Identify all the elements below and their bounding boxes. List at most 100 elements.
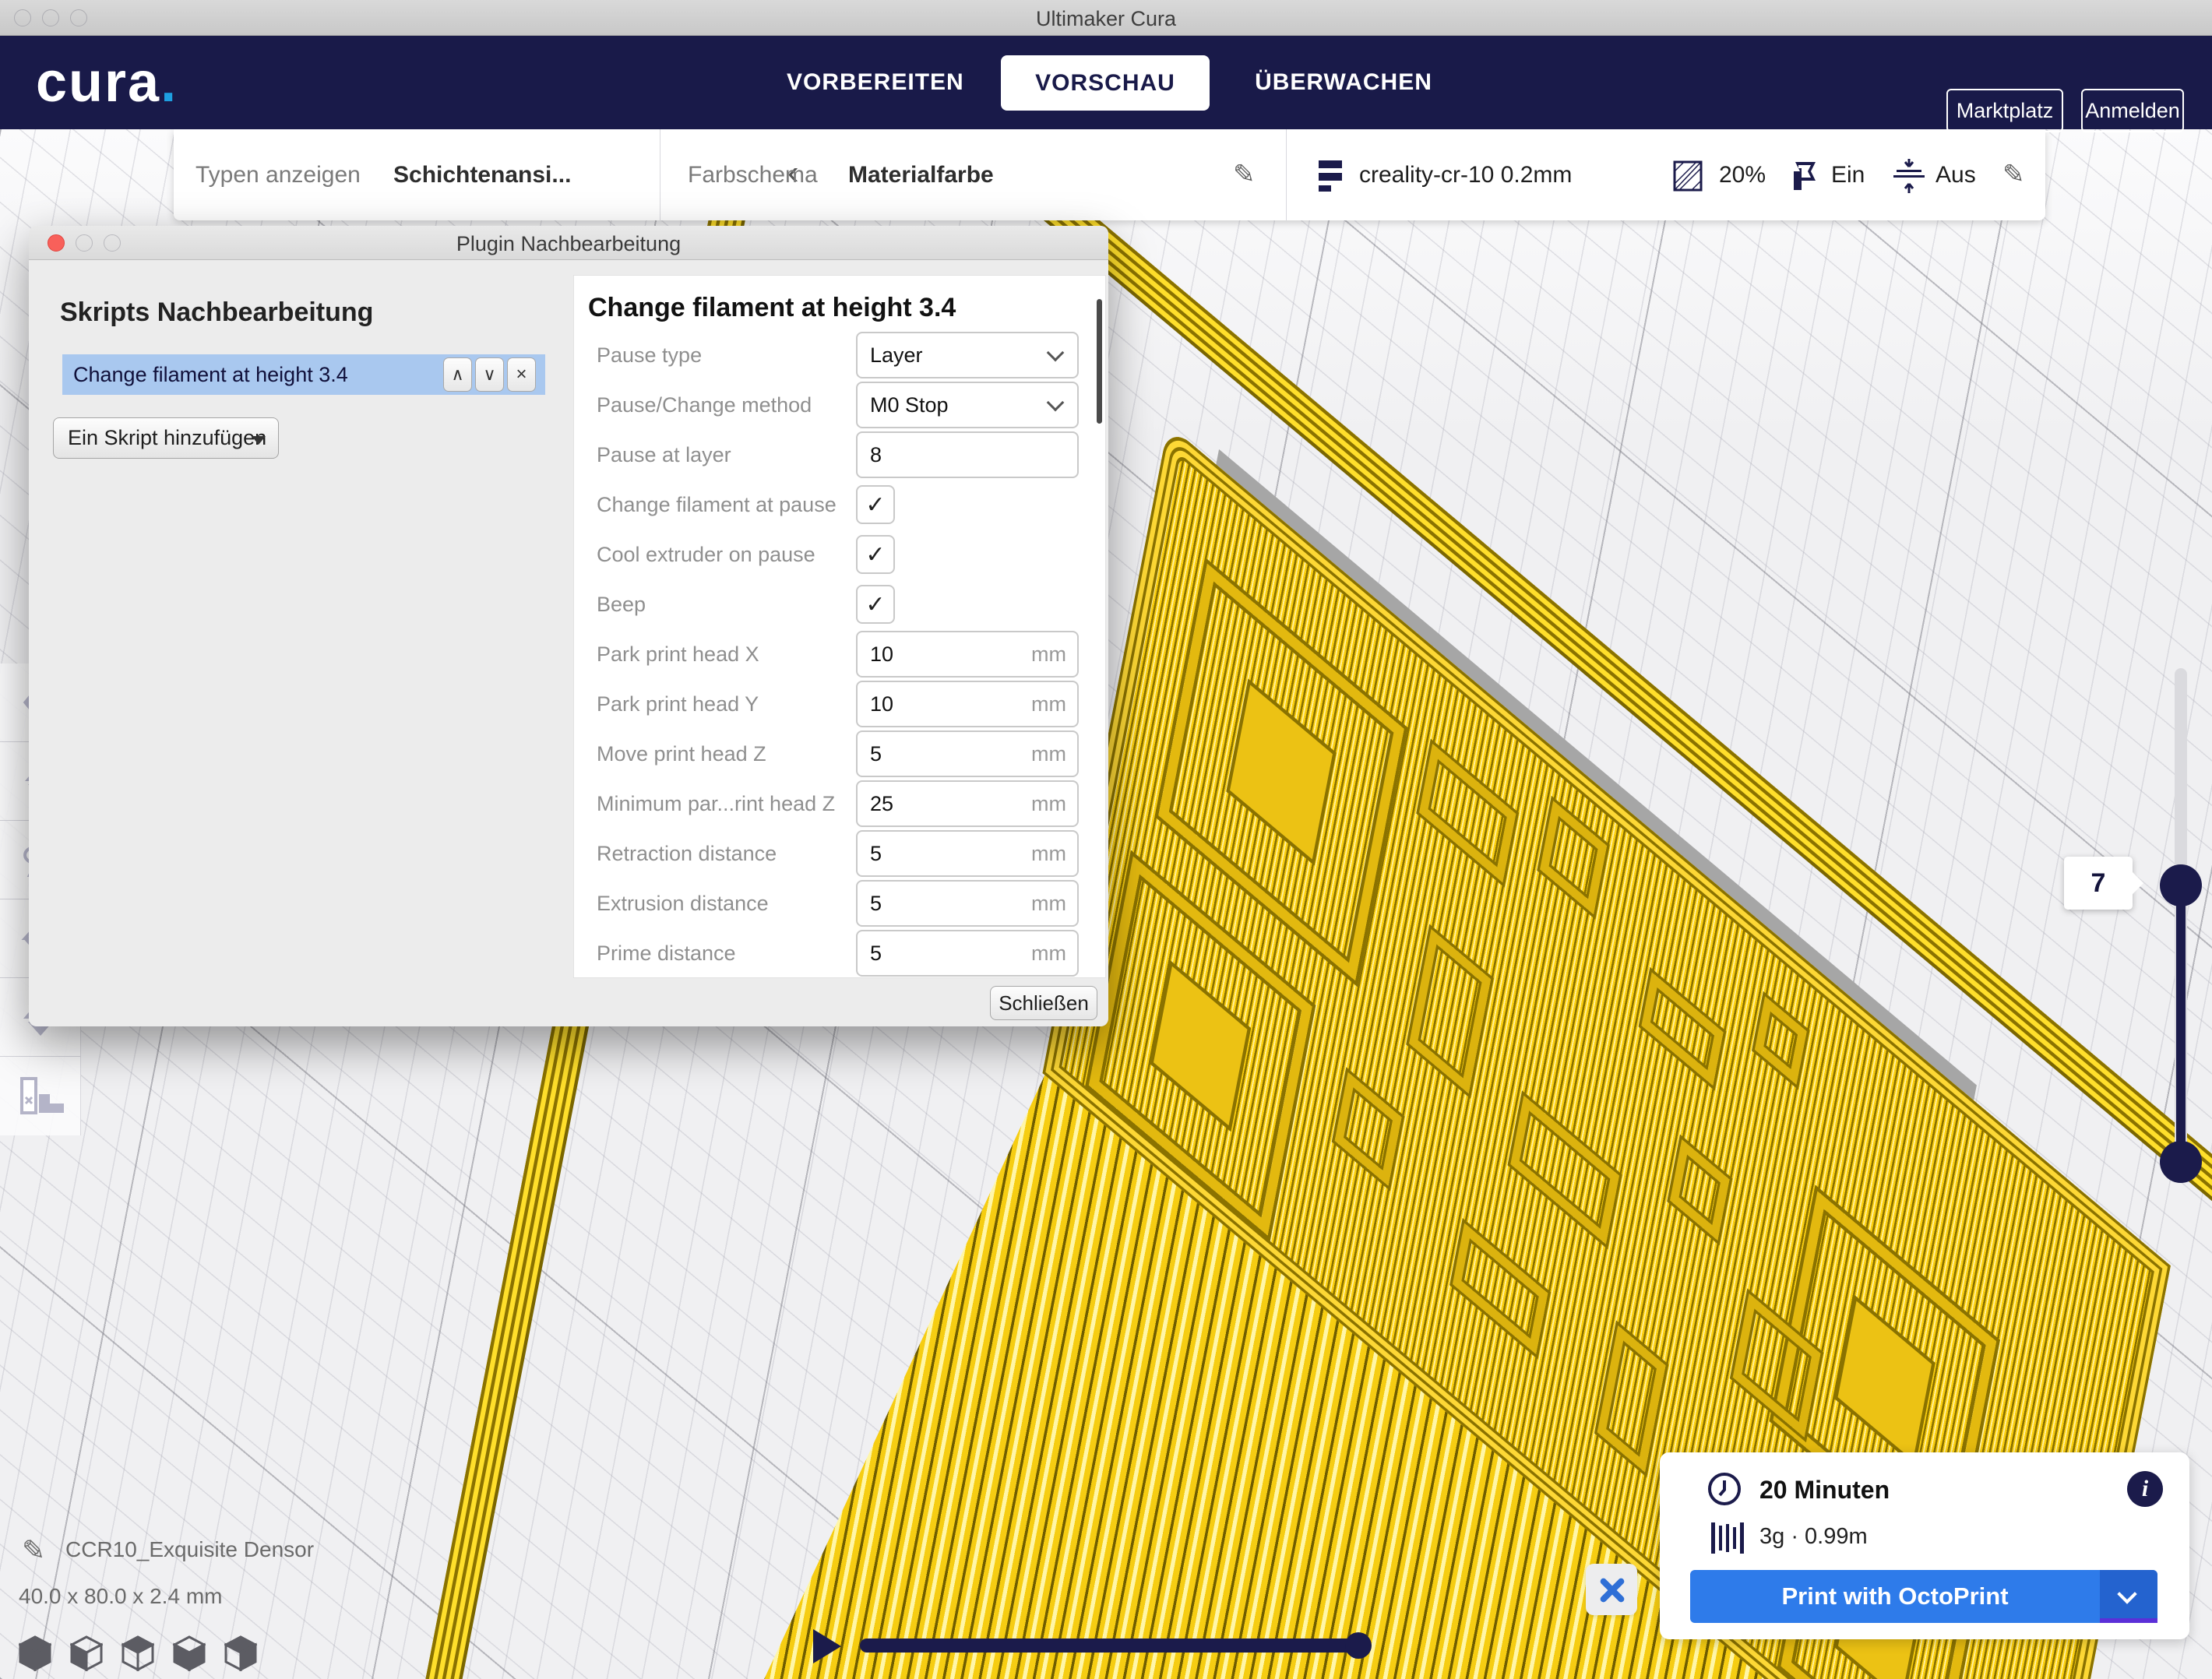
setting-value: 10 [870, 642, 893, 666]
view-front-icon[interactable] [70, 1635, 103, 1671]
play-button[interactable] [813, 1629, 841, 1663]
info-icon[interactable]: i [2127, 1471, 2163, 1507]
layer-slider-lower-handle[interactable] [2160, 1141, 2202, 1183]
tool-support-blocker-button[interactable] [0, 1057, 81, 1135]
scripts-heading: Skripts Nachbearbeitung [60, 297, 373, 328]
setting-row: Beep ✓ [574, 581, 1105, 628]
chevron-down-icon [1047, 394, 1065, 412]
chevron-down-icon [2117, 1584, 2136, 1603]
edit-view-pencil-icon[interactable]: ✎ [1233, 129, 1256, 220]
color-scheme-value[interactable]: Materialfarbe [848, 129, 994, 220]
view-left-icon[interactable] [173, 1635, 206, 1671]
setting-row: Pause at layer 8 [574, 431, 1105, 478]
setting-input[interactable]: 8 [856, 431, 1079, 478]
setting-label: Extrusion distance [597, 880, 769, 927]
script-move-down-button[interactable]: ∨ [475, 357, 504, 392]
setting-unit: mm [1031, 732, 1066, 776]
tab-vorbereiten[interactable]: VORBEREITEN [787, 36, 958, 129]
setting-row: Change filament at pause ✓ [574, 481, 1105, 528]
view-3d-icon[interactable] [19, 1635, 51, 1671]
edit-print-settings-pencil-icon[interactable]: ✎ [2002, 129, 2025, 220]
color-scheme-label: Farbschema [688, 129, 818, 220]
add-script-dropdown-button[interactable]: Ein Skript hinzufügen [53, 417, 279, 459]
model-dimensions: 40.0 x 80.0 x 2.4 mm [19, 1584, 222, 1609]
setting-label: Pause at layer [597, 431, 731, 478]
setting-unit: mm [1031, 832, 1066, 875]
setting-label: Move print head Z [597, 730, 766, 777]
setting-dropdown[interactable]: M0 Stop [856, 382, 1079, 428]
setting-input[interactable]: 5 mm [856, 730, 1079, 777]
setting-input[interactable]: 10 mm [856, 681, 1079, 727]
window-titlebar: Ultimaker Cura [0, 0, 2212, 36]
script-move-up-button[interactable]: ∧ [443, 357, 472, 392]
close-dialog-button[interactable]: Schließen [990, 986, 1097, 1020]
model-name: CCR10_Exquisite Densor [65, 1537, 314, 1562]
setting-label: Park print head X [597, 631, 759, 678]
setting-row: Park print head Y10mm [574, 681, 1105, 727]
layer-slider-range[interactable] [2176, 885, 2186, 1163]
marketplace-button[interactable]: Marktplatz [1946, 89, 2063, 132]
setting-checkbox[interactable]: ✓ [856, 585, 895, 624]
setting-label: Minimum par...rint head Z [597, 780, 835, 827]
setting-value: 5 [870, 892, 882, 915]
layer-number-tooltip: 7 [2064, 857, 2133, 910]
script-list-item[interactable]: Change filament at height 3.4 [62, 354, 545, 395]
setting-value: M0 Stop [870, 393, 949, 417]
view-type-value[interactable]: Schichtenansi... [393, 129, 571, 220]
setting-label: Beep [597, 581, 646, 628]
setting-input[interactable]: 25mm [856, 780, 1079, 827]
print-options-dropdown[interactable] [2100, 1570, 2157, 1623]
setting-input[interactable]: 5 mm [856, 880, 1079, 927]
settings-scrollbar[interactable] [1097, 299, 1102, 424]
clock-icon [1707, 1471, 1742, 1507]
qr-module [1755, 996, 1807, 1085]
setting-input[interactable]: 5 mm [856, 830, 1079, 877]
script-remove-button[interactable]: × [507, 357, 536, 392]
setting-input[interactable]: 5mm [856, 930, 1079, 977]
dialog-title: Plugin Nachbearbeitung [29, 232, 1108, 256]
qr-module [1641, 972, 1723, 1086]
setting-value: 5 [870, 842, 882, 865]
layer-slider-upper-handle[interactable] [2160, 864, 2202, 906]
adhesion-value[interactable]: Aus [1936, 129, 1976, 220]
setting-unit: mm [1031, 782, 1066, 825]
timeline-handle[interactable] [1345, 1632, 1372, 1659]
setting-dropdown[interactable]: Layer [856, 332, 1079, 378]
setting-unit: mm [1031, 931, 1066, 975]
setting-label: Pause type [597, 332, 702, 378]
qr-module [1409, 929, 1491, 1093]
printer-profile-value[interactable]: creality-cr-10 0.2mm [1359, 129, 1572, 220]
setting-checkbox[interactable]: ✓ [856, 485, 895, 524]
setting-row: Park print head X 10 mm [574, 631, 1105, 678]
setting-unit: mm [1031, 632, 1066, 676]
octoprint-settings-button[interactable] [1586, 1564, 1637, 1615]
setting-checkbox[interactable]: ✓ [856, 535, 895, 574]
setting-unit: mm [1031, 682, 1066, 726]
qr-module [1453, 1223, 1548, 1354]
setting-value: 10 [870, 692, 893, 716]
setting-input[interactable]: 10 mm [856, 631, 1079, 678]
tab-vorschau[interactable]: VORSCHAU [1001, 55, 1210, 111]
timeline-slider[interactable] [860, 1639, 1365, 1653]
qr-module [1670, 1139, 1729, 1241]
setting-unit: mm [1031, 882, 1066, 925]
view-right-icon[interactable] [224, 1635, 257, 1671]
setting-label: Prime distance [597, 930, 736, 977]
setting-label: Change filament at pause [597, 481, 837, 528]
tab-ueberwachen[interactable]: ÜBERWACHEN [1254, 36, 1433, 129]
chevron-down-icon [1047, 344, 1065, 362]
post-processing-dialog: Plugin Nachbearbeitung Skripts Nachbearb… [29, 226, 1108, 1026]
setting-label: Pause/Change method [597, 382, 812, 428]
infill-value[interactable]: 20% [1719, 129, 1766, 220]
support-value[interactable]: Ein [1831, 129, 1865, 220]
main-header: cura. VORBEREITEN VORSCHAU ÜBERWACHEN Ma… [0, 36, 2212, 129]
window-title: Ultimaker Cura [0, 7, 2212, 31]
dialog-titlebar[interactable]: Plugin Nachbearbeitung [29, 226, 1108, 260]
print-with-octoprint-button[interactable]: Print with OctoPrint [1690, 1570, 2157, 1623]
setting-value: 5 [870, 742, 882, 766]
signin-button[interactable]: Anmelden [2081, 89, 2184, 132]
rename-model-pencil-icon[interactable]: ✎ [22, 1534, 45, 1567]
printer-profile-icon [1317, 159, 1348, 193]
setting-row: Minimum par...rint head Z 25mm [574, 780, 1105, 827]
view-top-icon[interactable] [122, 1635, 154, 1671]
